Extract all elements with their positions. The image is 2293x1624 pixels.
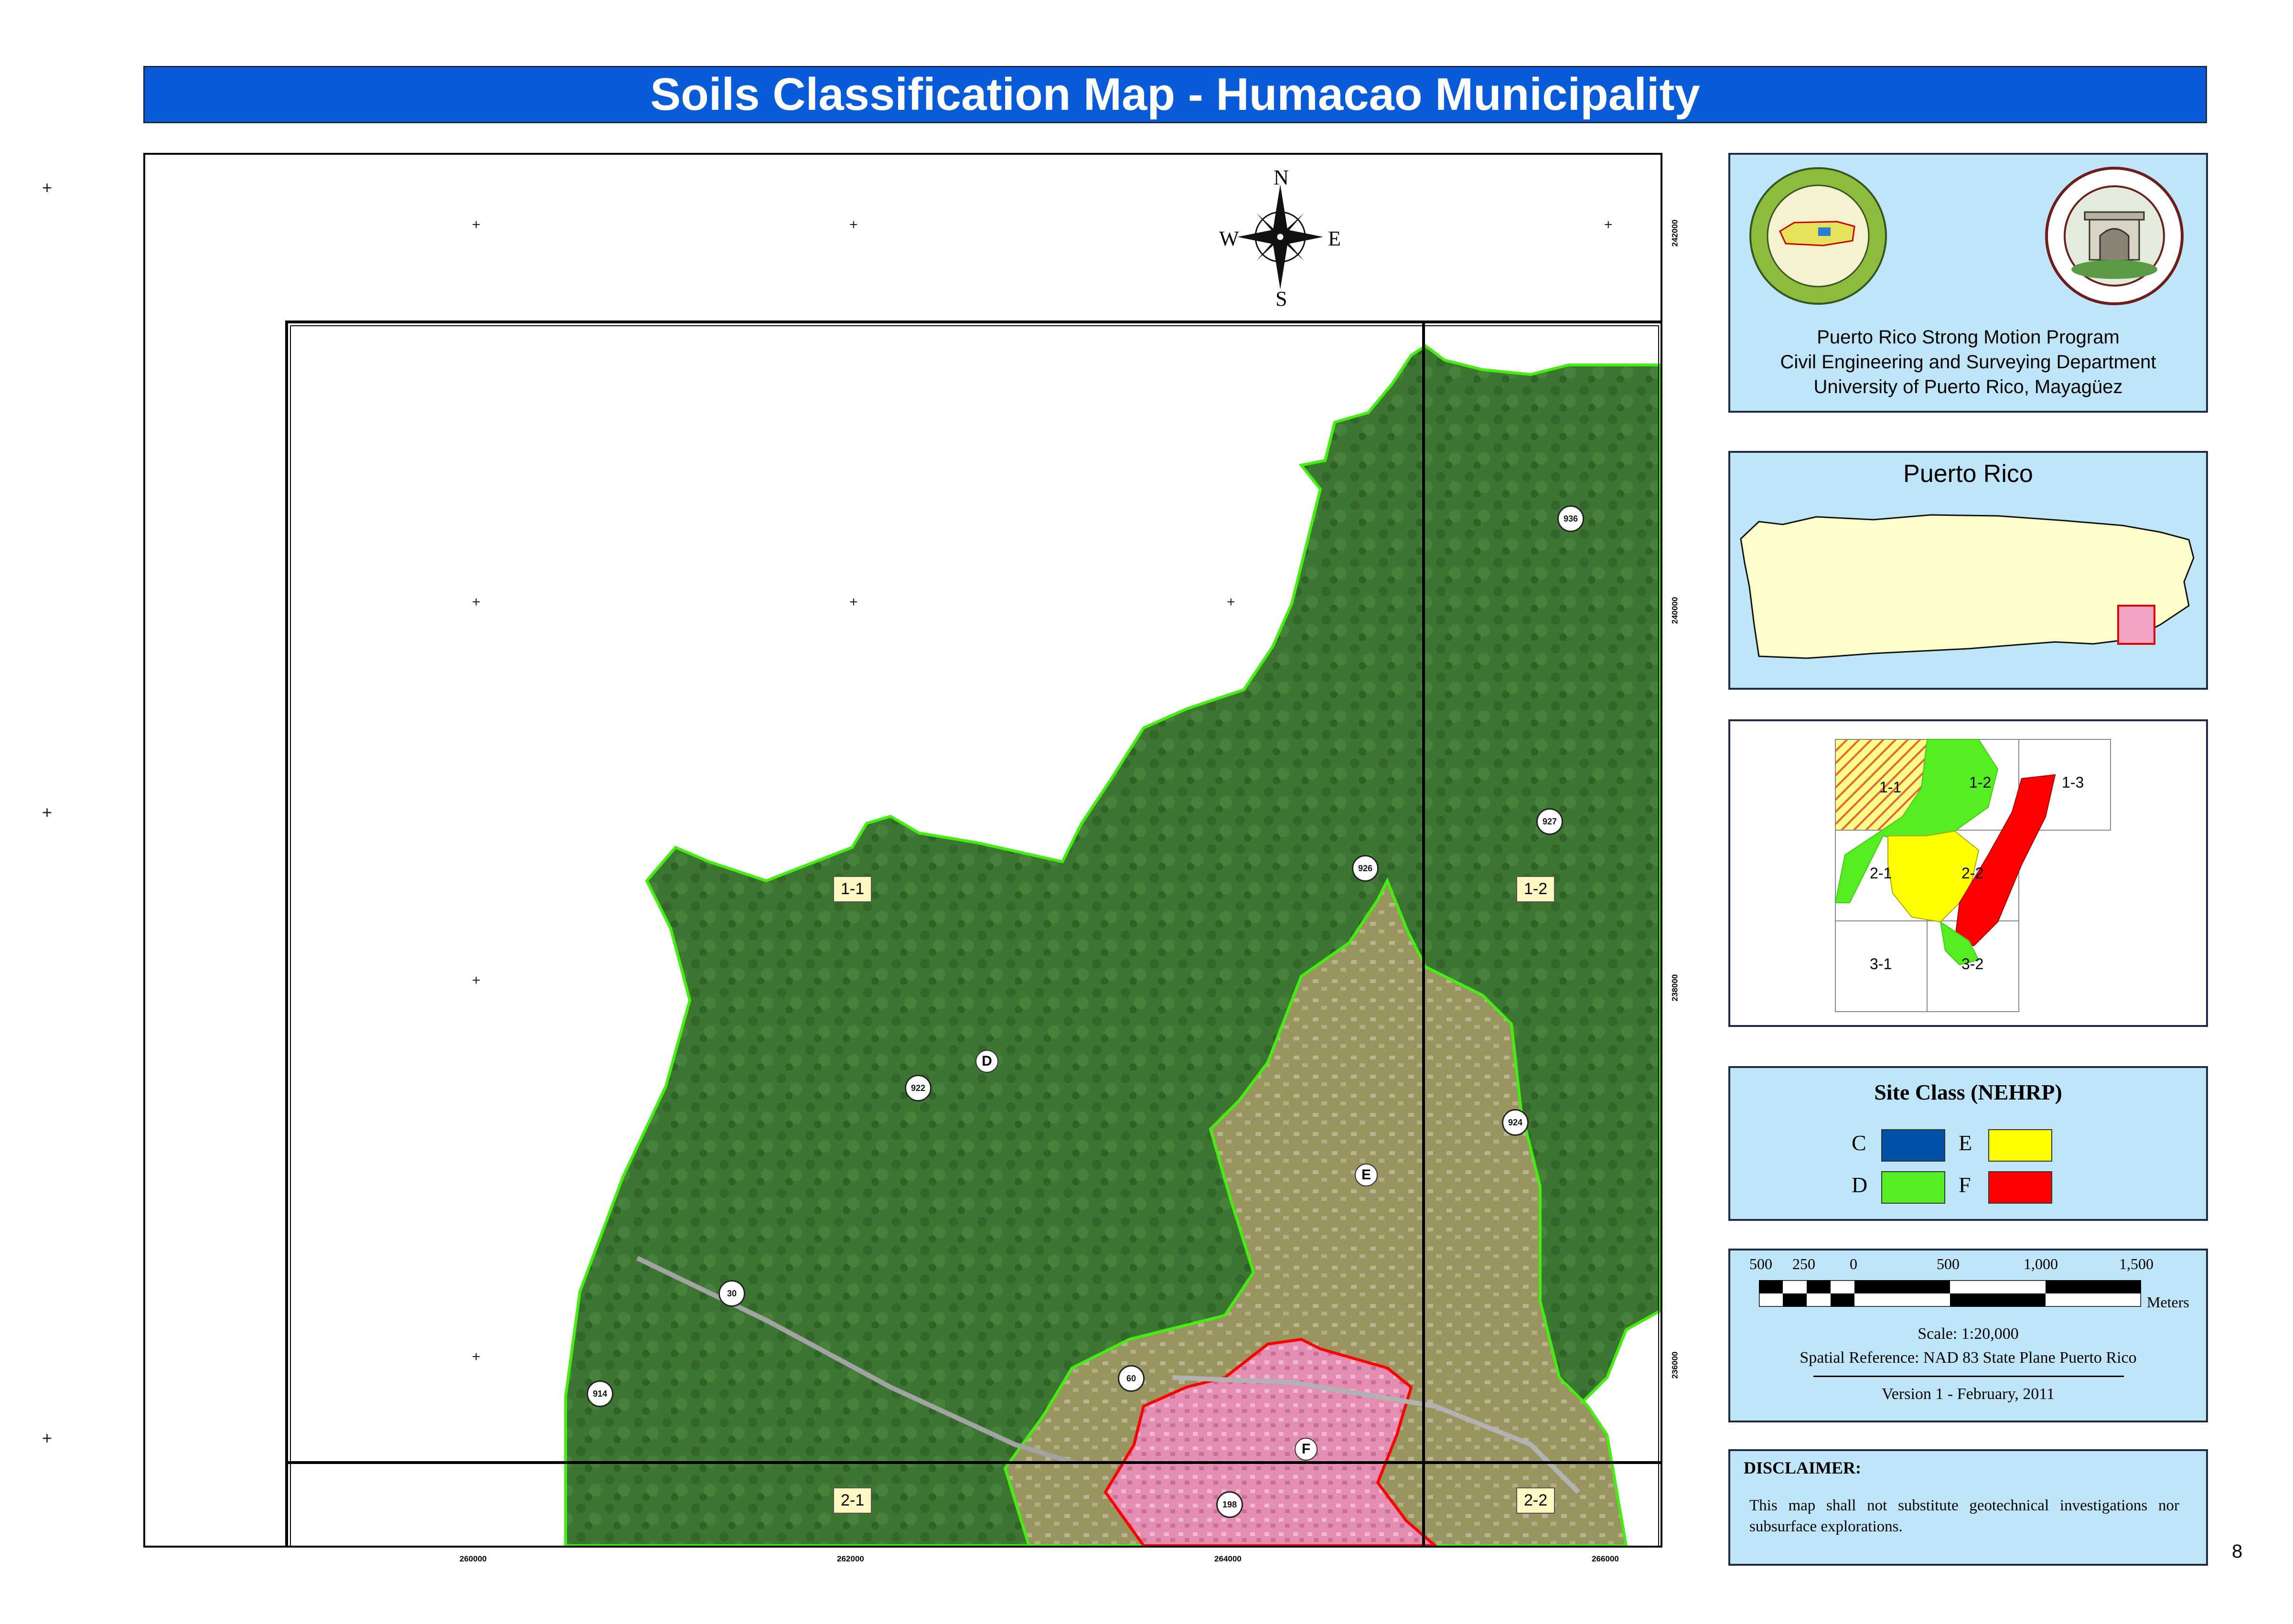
index-tile-label: 3-1 [1870,955,1892,972]
scale-tick-label: 0 [1850,1255,1857,1272]
graticule-mark: + [472,594,481,610]
route-shield: 936 [1557,505,1584,532]
tile-label: 2-1 [833,1487,872,1514]
legend-panel: Site Class (NEHRP) C E D F [1728,1066,2208,1221]
locator-title: Puerto Rico [1903,460,2033,488]
north-label: N [1274,166,1289,189]
scale-tick-label: 500 [1937,1255,1960,1272]
department-name: Civil Engineering and Surveying Departme… [1780,352,2156,373]
graticule-mark: + [472,972,481,988]
tile-label: 1-2 [1516,876,1555,902]
scale-tick-label: 1,000 [2024,1255,2058,1272]
legend-swatch-c [1881,1129,1945,1162]
index-tile-label: 2-1 [1870,865,1892,882]
graticule-mark: + [849,217,858,233]
site-class-d-label: D [975,1050,998,1073]
page-title: Soils Classification Map - Humacao Munic… [143,66,2207,123]
east-label: E [1328,227,1341,250]
main-map[interactable]: + + + + + + + + N S W E 1-1 1-2 2-1 2-2 … [143,153,1662,1548]
map-canvas [285,321,1661,1546]
index-tile-label: 1-1 [1879,779,1902,796]
x-coordinate-label: 264000 [1214,1554,1242,1563]
route-shield: 60 [1118,1365,1145,1392]
legend-label: C [1852,1131,1866,1155]
legend-label: D [1852,1173,1868,1197]
index-tile-label: 1-2 [1969,774,1992,791]
strong-motion-program-logo [1742,164,1895,308]
y-coordinate-label: 238000 [1670,974,1680,1002]
route-shield: 924 [1502,1109,1529,1136]
graticule-mark: + [1227,594,1235,610]
route-shield: 922 [905,1075,932,1101]
scale-ratio: Scale: 1:20,000 [1918,1325,2019,1343]
y-coordinate-label: 240000 [1670,597,1680,624]
legend-label: F [1959,1173,1971,1197]
y-coordinate-label: 242000 [1670,219,1680,247]
x-coordinate-label: 266000 [1592,1554,1619,1563]
legend-label: E [1959,1131,1972,1155]
site-class-f-label: F [1295,1438,1318,1461]
university-name: University of Puerto Rico, Mayagüez [1813,376,2123,397]
legend-swatch-f [1988,1171,2052,1204]
page-registration-mark: + [42,1428,53,1448]
puerto-rico-outline [1740,514,2195,659]
tile-label: 2-2 [1516,1487,1555,1514]
graticule-mark: + [849,594,858,610]
version-label: Version 1 - February, 2011 [1882,1385,2055,1403]
divider [1813,1376,2124,1377]
spatial-reference: Spatial Reference: NAD 83 State Plane Pu… [1800,1349,2137,1367]
site-class-e-label: E [1355,1164,1378,1186]
humacao-locator-box [2117,605,2155,645]
west-label: W [1219,227,1239,250]
index-map-panel: 1-1 1-2 1-3 2-1 2-2 3-1 3-2 [1728,719,2208,1027]
page-registration-mark: + [42,802,53,822]
route-shield: 914 [587,1380,613,1407]
route-shield: 927 [1536,808,1563,835]
scale-unit: Meters [2147,1293,2189,1311]
x-coordinate-label: 262000 [837,1554,864,1563]
index-tile-label: 1-3 [2062,774,2084,791]
scale-tick-label: 1,500 [2119,1255,2154,1272]
page-registration-mark: + [42,178,53,197]
x-coordinate-label: 260000 [460,1554,487,1563]
program-panel: Puerto Rico Strong Motion Program Civil … [1728,153,2208,413]
index-tile-label: 3-2 [1961,955,1984,972]
graticule-mark: + [1604,217,1613,233]
page-number: 8 [2232,1541,2243,1562]
index-tile-label: 2-2 [1961,865,1984,882]
route-shield: 198 [1216,1491,1243,1518]
disclaimer-title: DISCLAIMER: [1744,1458,1862,1477]
legend-swatch-d [1881,1171,1945,1204]
legend-swatch-e [1988,1129,2052,1162]
north-arrow: N S W E [1219,165,1341,310]
university-seal-logo [2038,164,2191,308]
scale-tick-label: 500 [1749,1255,1772,1272]
legend-title: Site Class (NEHRP) [1874,1080,2062,1104]
graticule-mark: + [472,1349,481,1365]
graticule-mark: + [472,217,481,233]
locator-map-panel: Puerto Rico [1728,451,2208,690]
program-name: Puerto Rico Strong Motion Program [1817,327,2120,348]
y-coordinate-label: 236000 [1670,1351,1680,1379]
tile-label: 1-1 [833,876,872,902]
route-shield: 30 [718,1280,745,1307]
route-shield: 926 [1352,855,1379,882]
scale-tick-label: 250 [1792,1255,1815,1272]
scale-bar [1759,1280,2141,1307]
disclaimer-panel: DISCLAIMER: This map shall not substitut… [1728,1449,2208,1566]
scale-panel: 500 250 0 500 1,000 1,500 Meters Scale: … [1728,1249,2208,1422]
disclaimer-text: This map shall not substitute geotechnic… [1749,1497,2179,1535]
south-label: S [1275,287,1287,310]
